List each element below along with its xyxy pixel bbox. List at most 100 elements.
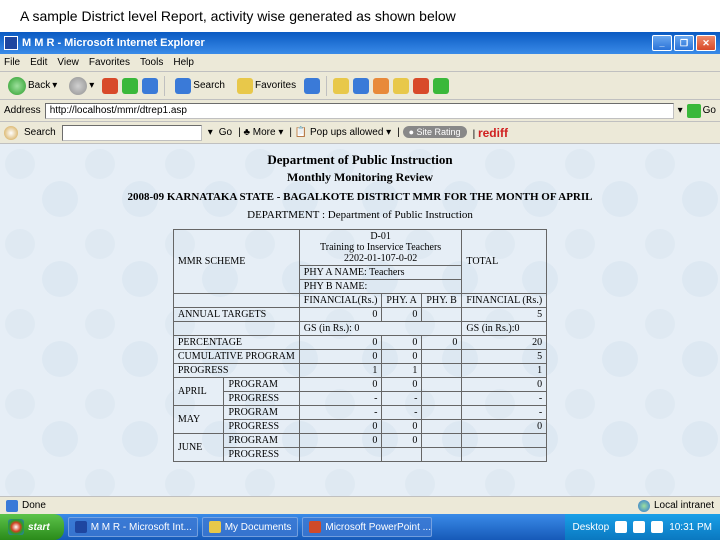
search-brand-icon (4, 126, 18, 140)
back-button[interactable]: Back ▾ (4, 75, 61, 97)
go-button[interactable]: Go (687, 104, 716, 118)
ie-task-icon (75, 521, 87, 533)
system-tray: Desktop 10:31 PM (565, 514, 720, 540)
dept-line: DEPARTMENT : Department of Public Instru… (10, 209, 710, 221)
menu-help[interactable]: Help (173, 57, 194, 68)
forward-icon (69, 77, 87, 95)
desktop-label[interactable]: Desktop (573, 522, 610, 533)
menu-tools[interactable]: Tools (140, 57, 163, 68)
site-rating-pill[interactable]: ● Site Rating (403, 126, 467, 138)
status-done: Done (22, 500, 46, 511)
menubar: File Edit View Favorites Tools Help (0, 54, 720, 72)
favorites-icon (237, 78, 253, 94)
powerpoint-icon (309, 521, 321, 533)
mail-button[interactable] (333, 78, 349, 94)
row-gs: GS (in Rs.): 0 GS (in Rs.):0 (173, 322, 546, 336)
search-button[interactable]: Search (171, 76, 229, 96)
search-label: Search (24, 127, 56, 138)
search-icon (175, 78, 191, 94)
folder-icon (209, 521, 221, 533)
cell-mmr-scheme: MMR SCHEME (173, 230, 299, 294)
ie-favicon-icon (4, 36, 18, 50)
page-subtitle: Monthly Monitoring Review (10, 170, 710, 185)
menu-favorites[interactable]: Favorites (89, 57, 130, 68)
status-bar: Done Local intranet (0, 496, 720, 514)
search-input[interactable] (62, 125, 202, 141)
row-june-progress: PROGRESS (173, 448, 546, 462)
address-label: Address (4, 105, 41, 116)
report-page: Department of Public Instruction Monthly… (0, 144, 720, 468)
cell-fin-head: FINANCIAL(Rs.) (299, 294, 382, 308)
cell-phy-b-name: PHY B NAME: (299, 280, 462, 294)
row-april-program: APRIL PROGRAM 0 0 0 (173, 378, 546, 392)
content-area[interactable]: Department of Public Instruction Monthly… (0, 144, 720, 506)
menu-file[interactable]: File (4, 57, 20, 68)
address-input[interactable]: http://localhost/mmr/dtrep1.asp (45, 103, 674, 119)
row-may-program: MAY PROGRAM - - - (173, 406, 546, 420)
task-ie[interactable]: M M R - Microsoft Int... (68, 517, 198, 537)
home-button[interactable] (142, 78, 158, 94)
menu-edit[interactable]: Edit (30, 57, 47, 68)
address-url: http://localhost/mmr/dtrep1.asp (50, 105, 187, 116)
cell-phya-head: PHY. A (382, 294, 422, 308)
minimize-button[interactable]: _ (652, 35, 672, 51)
clock: 10:31 PM (669, 522, 712, 533)
status-zone: Local intranet (654, 500, 714, 511)
more-button[interactable]: More (253, 127, 276, 138)
row-cumprog: CUMULATIVE PROGRAM 0 0 5 (173, 350, 546, 364)
row-progress: PROGRESS 1 1 1 (173, 364, 546, 378)
start-button[interactable]: start (0, 514, 64, 540)
go-icon (687, 104, 701, 118)
cell-phy-a-name: PHY A NAME: Teachers (299, 266, 462, 280)
tray-icon-2[interactable] (633, 521, 645, 533)
toolbar: Back ▾ ▾ Search Favorites (0, 72, 720, 100)
window-title: M M R - Microsoft Internet Explorer (22, 37, 650, 49)
tray-icon-3[interactable] (651, 521, 663, 533)
cell-phyb-head: PHY. B (422, 294, 462, 308)
page-title: Department of Public Instruction (10, 152, 710, 168)
back-icon (8, 77, 26, 95)
close-button[interactable]: ✕ (696, 35, 716, 51)
cell-fin-total-head: FINANCIAL (Rs.) (462, 294, 547, 308)
page-context: 2008-09 KARNATAKA STATE - BAGALKOTE DIST… (10, 191, 710, 203)
slide-caption: A sample District level Report, activity… (0, 0, 720, 32)
favorites-label: Favorites (255, 80, 296, 91)
row-may-progress: PROGRESS 0 0 0 (173, 420, 546, 434)
back-label: Back (28, 80, 50, 91)
address-dropdown-icon[interactable]: ▾ (678, 105, 683, 116)
zone-icon (638, 500, 650, 512)
search-toolbar: Search ▾ Go | ♣ More ▾ | 📋 Pop ups allow… (0, 122, 720, 144)
go-label: Go (703, 105, 716, 116)
search-label: Search (193, 80, 225, 91)
discuss-button[interactable] (393, 78, 409, 94)
popups-button[interactable]: Pop ups allowed (310, 127, 383, 138)
task-mydocs[interactable]: My Documents (202, 517, 299, 537)
window-titlebar: M M R - Microsoft Internet Explorer _ ❐ … (0, 32, 720, 54)
menu-view[interactable]: View (57, 57, 79, 68)
messenger-button[interactable] (413, 78, 429, 94)
row-june-program: JUNE PROGRAM 0 0 (173, 434, 546, 448)
tray-icon-1[interactable] (615, 521, 627, 533)
row-april-progress: PROGRESS - - - (173, 392, 546, 406)
forward-button[interactable]: ▾ (65, 75, 98, 97)
report-table: MMR SCHEME D-01 Training to Inservice Te… (173, 229, 547, 462)
research-button[interactable] (433, 78, 449, 94)
done-icon (6, 500, 18, 512)
rediff-brand: rediff (478, 126, 508, 140)
windows-logo-icon (8, 519, 24, 535)
favorites-button[interactable]: Favorites (233, 76, 300, 96)
cell-total-head: TOTAL (462, 230, 547, 294)
task-ppt[interactable]: Microsoft PowerPoint ... (302, 517, 432, 537)
maximize-button[interactable]: ❐ (674, 35, 694, 51)
refresh-button[interactable] (122, 78, 138, 94)
taskbar: start M M R - Microsoft Int... My Docume… (0, 514, 720, 540)
row-percentage: PERCENTAGE 0 0 0 20 (173, 336, 546, 350)
print-button[interactable] (353, 78, 369, 94)
address-bar: Address http://localhost/mmr/dtrep1.asp … (0, 100, 720, 122)
search-go-button[interactable]: Go (219, 127, 232, 138)
cell-activity-head: D-01 Training to Inservice Teachers 2202… (299, 230, 462, 266)
start-label: start (28, 522, 50, 533)
stop-button[interactable] (102, 78, 118, 94)
history-button[interactable] (304, 78, 320, 94)
edit-button[interactable] (373, 78, 389, 94)
